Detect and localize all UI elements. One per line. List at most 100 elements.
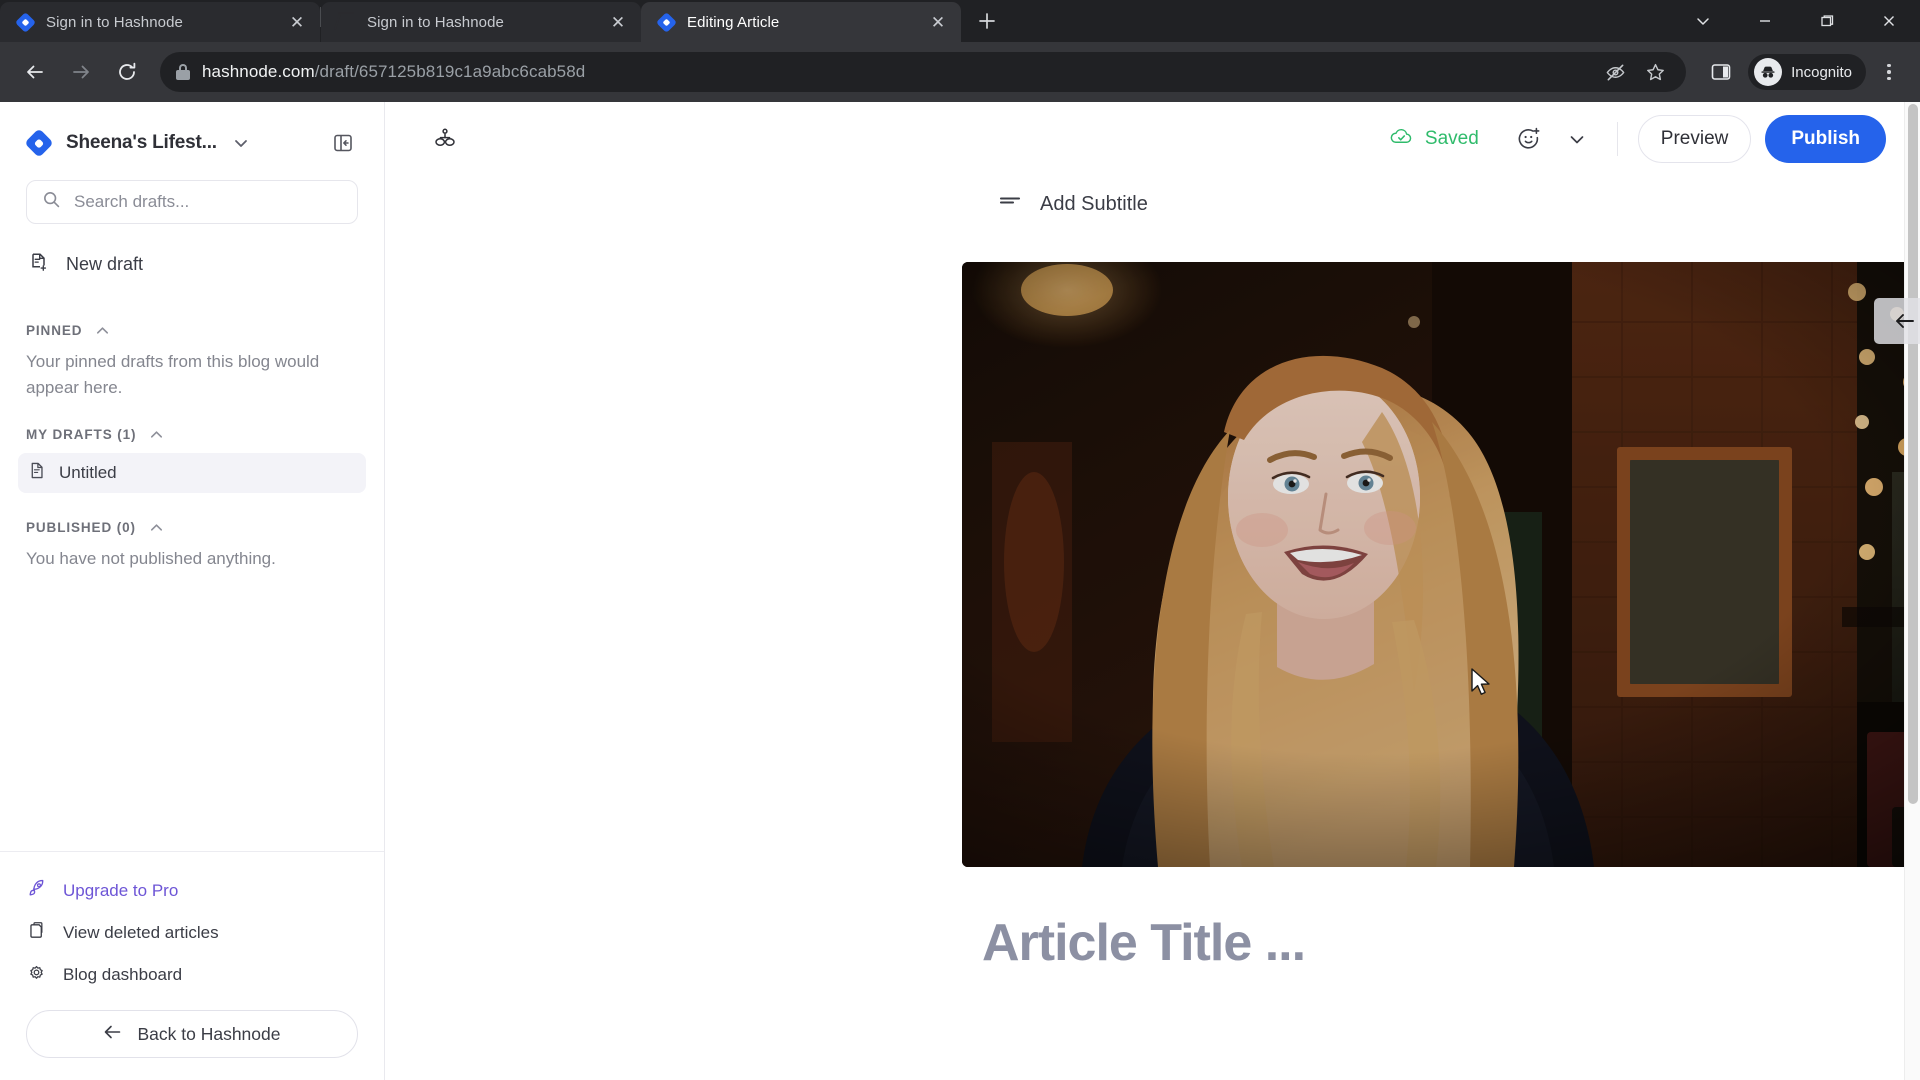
close-icon[interactable] xyxy=(1858,0,1920,42)
close-icon[interactable]: ✕ xyxy=(607,11,629,33)
add-subtitle-button[interactable]: Add Subtitle xyxy=(998,190,1920,218)
browser-toolbar: hashnode.com/draft/657125b819c1a9abc6cab… xyxy=(0,42,1920,102)
hashnode-logo-icon xyxy=(24,128,54,158)
browser-window: Sign in to Hashnode ✕ Sign in to Hashnod… xyxy=(0,0,1920,1080)
draft-label: Untitled xyxy=(59,463,117,482)
document-icon xyxy=(28,461,47,485)
focus-mode-icon[interactable] xyxy=(425,119,465,159)
omnibox-icons xyxy=(1600,57,1670,87)
url-host: hashnode.com xyxy=(202,62,315,81)
reload-icon[interactable] xyxy=(106,51,148,93)
editor-toolbar: Saved Preview Publish xyxy=(385,102,1920,176)
kebab-menu-icon[interactable] xyxy=(1872,53,1906,91)
close-icon[interactable]: ✕ xyxy=(927,11,949,33)
sidebar-footer: Upgrade to Pro View deleted articles Blo… xyxy=(0,851,384,1080)
browser-tab-2[interactable]: Sign in to Hashnode ✕ xyxy=(321,2,641,42)
browser-tab-1[interactable]: Sign in to Hashnode ✕ xyxy=(0,2,320,42)
status-label: Saved xyxy=(1424,128,1479,149)
tab-title: Sign in to Hashnode xyxy=(46,13,183,31)
browser-tab-3[interactable]: Editing Article ✕ xyxy=(641,2,961,42)
sidebar: Sheena's Lifest... Search drafts... New … xyxy=(0,102,385,1080)
back-arrow-icon[interactable] xyxy=(14,51,56,93)
search-input[interactable] xyxy=(74,192,342,212)
pinned-empty-text: Your pinned drafts from this blog would … xyxy=(26,352,320,397)
scrollbar-thumb[interactable] xyxy=(1908,104,1918,804)
back-button-label: Back to Hashnode xyxy=(137,1023,281,1044)
incognito-icon xyxy=(1754,58,1783,86)
sidebar-sections: PINNED Your pinned drafts from this blog… xyxy=(0,286,384,851)
lock-icon xyxy=(176,64,190,80)
section-title: PUBLISHED (0) xyxy=(26,520,136,535)
collapse-sidebar-icon[interactable] xyxy=(328,128,358,158)
section-header-published[interactable]: PUBLISHED (0) xyxy=(26,519,358,536)
new-document-icon xyxy=(28,251,50,278)
maximize-icon[interactable] xyxy=(1796,0,1858,42)
article-title-input[interactable]: Article Title ... xyxy=(982,913,1920,973)
sidebar-header: Sheena's Lifest... Search drafts... New … xyxy=(0,102,384,286)
chevron-up-icon[interactable] xyxy=(148,426,165,443)
section-title: MY DRAFTS (1) xyxy=(26,427,137,442)
cover-image[interactable] xyxy=(962,262,1920,867)
minimize-icon[interactable] xyxy=(1734,0,1796,42)
published-empty-text: You have not published anything. xyxy=(26,549,276,568)
tab-title: Editing Article xyxy=(687,13,780,31)
chevron-up-icon[interactable] xyxy=(148,519,165,536)
toolbar-right: Incognito xyxy=(1700,51,1906,93)
tab-title: Sign in to Hashnode xyxy=(367,13,504,31)
editor-actions: Saved Preview Publish xyxy=(1389,115,1886,163)
new-tab-button[interactable] xyxy=(967,1,1007,41)
window-controls xyxy=(1672,0,1920,42)
new-draft-label: New draft xyxy=(66,253,144,274)
back-to-hashnode-button[interactable]: Back to Hashnode xyxy=(26,1010,358,1058)
hashnode-icon xyxy=(656,11,677,33)
status-badge: Saved xyxy=(1389,124,1479,155)
link-label: View deleted articles xyxy=(63,923,219,942)
subtitle-icon xyxy=(998,190,1022,218)
hashnode-icon xyxy=(15,11,36,33)
cover-image-controls xyxy=(1874,298,1920,344)
rocket-icon xyxy=(26,878,47,904)
search-box[interactable] xyxy=(26,180,358,224)
publish-button[interactable]: Publish xyxy=(1765,115,1886,163)
page-scrollbar[interactable] xyxy=(1904,102,1920,1080)
add-subtitle-label: Add Subtitle xyxy=(1040,192,1148,215)
address-bar[interactable]: hashnode.com/draft/657125b819c1a9abc6cab… xyxy=(160,52,1687,92)
draft-item-untitled[interactable]: Untitled xyxy=(18,453,366,493)
move-image-button[interactable] xyxy=(1874,298,1920,344)
preview-button[interactable]: Preview xyxy=(1637,115,1752,163)
chevron-down-icon[interactable] xyxy=(231,133,251,153)
eye-off-icon[interactable] xyxy=(1600,57,1630,87)
search-drafts-wrapper xyxy=(26,180,358,224)
section-header-pinned[interactable]: PINNED xyxy=(26,322,358,339)
new-draft-button[interactable]: New draft xyxy=(26,242,358,286)
incognito-profile-button[interactable]: Incognito xyxy=(1748,54,1866,90)
page-content: Sheena's Lifest... Search drafts... New … xyxy=(0,102,1920,1080)
blog-dashboard-link[interactable]: Blog dashboard xyxy=(26,954,358,996)
profile-label: Incognito xyxy=(1791,63,1852,81)
url-path: /draft/657125b819c1a9abc6cab58d xyxy=(314,62,586,81)
globe-icon xyxy=(337,13,356,32)
chevron-up-icon[interactable] xyxy=(94,322,111,339)
section-header-my-drafts[interactable]: MY DRAFTS (1) xyxy=(26,426,358,443)
view-deleted-articles-link[interactable]: View deleted articles xyxy=(26,912,358,954)
article-editor: Saved Preview Publish Add Subtitle Artic… xyxy=(385,102,1920,1080)
url-text: hashnode.com/draft/657125b819c1a9abc6cab… xyxy=(202,62,585,82)
add-emoji-icon[interactable] xyxy=(1509,119,1549,159)
blog-selector[interactable]: Sheena's Lifest... xyxy=(24,120,358,166)
close-icon[interactable]: ✕ xyxy=(286,11,308,33)
mouse-cursor xyxy=(1471,668,1490,695)
chevron-down-icon[interactable] xyxy=(1557,119,1597,159)
side-panel-icon[interactable] xyxy=(1700,51,1742,93)
section-title: PINNED xyxy=(26,323,83,338)
forward-arrow-icon[interactable] xyxy=(60,51,102,93)
toolbar-divider xyxy=(1616,122,1618,156)
link-label: Blog dashboard xyxy=(63,965,183,984)
arrow-left-icon xyxy=(103,1022,123,1047)
chevron-down-icon[interactable] xyxy=(1672,0,1734,42)
upgrade-to-pro-link[interactable]: Upgrade to Pro xyxy=(26,870,358,912)
bookmark-star-icon[interactable] xyxy=(1640,57,1670,87)
search-icon xyxy=(42,190,61,214)
blog-name: Sheena's Lifest... xyxy=(66,132,217,153)
document-body: Add Subtitle Article Title ... xyxy=(385,190,1920,973)
trash-copy-icon xyxy=(26,920,47,946)
